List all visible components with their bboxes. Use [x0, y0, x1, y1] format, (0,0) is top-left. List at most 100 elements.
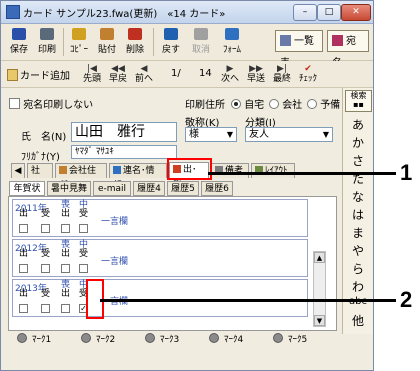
radio-spare-label: 予備	[320, 100, 341, 111]
no-print-check[interactable]	[9, 98, 20, 109]
index-other[interactable]: 他	[343, 312, 373, 329]
row-checkbox[interactable]	[41, 264, 50, 273]
tab-joint-info[interactable]: 連名･情報	[109, 163, 167, 191]
print-label: 印刷	[37, 45, 56, 55]
prev-label: 前へ	[134, 74, 153, 84]
radio-spare-dot[interactable]	[307, 99, 317, 109]
row-checkbox[interactable]	[19, 304, 28, 313]
print-button[interactable]: 印刷	[35, 28, 59, 55]
row-checkbox[interactable]	[61, 224, 70, 233]
mark-2[interactable]: ﾏｰｸ2	[81, 332, 115, 345]
last-button[interactable]: ▶| 最終	[271, 64, 293, 84]
add-card-button[interactable]: カード追加	[7, 67, 70, 82]
subtab-new-year[interactable]: 年賀状	[9, 181, 45, 196]
tab-notes[interactable]: 備考	[211, 163, 249, 178]
radio-home-dot[interactable]	[231, 99, 241, 109]
index-kana-ya[interactable]: や	[343, 242, 373, 259]
tab-company-label: 社	[31, 166, 41, 176]
index-kana-ka[interactable]: か	[343, 134, 373, 151]
copy-button[interactable]: ｺﾋﾟｰ	[67, 28, 91, 55]
index-kana-ma[interactable]: ま	[343, 224, 373, 241]
main-toolbar: 保存 印刷 ｺﾋﾟｰ 貼付 削除 戻す 取消 ﾌｫｰﾑ 一覧 宛	[1, 24, 373, 69]
furigana-input[interactable]: ﾔﾏﾀﾞ ﾏｻﾕｷ	[71, 145, 177, 159]
last-label: 最終	[272, 74, 291, 84]
building-icon	[59, 166, 67, 174]
rewind-button[interactable]: ◀◀ 早戻	[107, 64, 129, 84]
name-input[interactable]: 山田 雅行	[71, 122, 177, 142]
callout-number-1: 1	[400, 160, 413, 185]
row-checkbox[interactable]	[79, 224, 88, 233]
paste-button[interactable]: 貼付	[95, 28, 119, 55]
redo-label: 取消	[191, 45, 210, 55]
subtab-history5[interactable]: 履歴5	[167, 181, 199, 196]
index-kana-ra[interactable]: ら	[343, 260, 373, 277]
no-print-checkbox[interactable]: 宛名印刷しない	[9, 96, 93, 111]
prev-button[interactable]: ◀ 前へ	[133, 64, 155, 84]
close-button[interactable]: ✕	[341, 4, 371, 21]
printer-icon	[40, 28, 54, 40]
paste-icon	[100, 28, 114, 40]
mark-5[interactable]: ﾏｰｸ5	[273, 332, 307, 345]
address-button[interactable]: 宛名	[327, 30, 369, 69]
subtab-email[interactable]: e-mail	[93, 181, 131, 196]
radio-company-label: 会社	[282, 100, 303, 111]
card-window: カード サンプル23.fwa(更新) «14 カード» – □ ✕ 保存 印刷 …	[0, 0, 374, 371]
undo-button[interactable]: 戻す	[159, 28, 183, 55]
mark-1[interactable]: ﾏｰｸ1	[17, 332, 51, 345]
radio-home[interactable]: 自宅	[231, 96, 264, 111]
col-head: 喪出	[60, 200, 70, 219]
row-checkbox[interactable]	[19, 264, 28, 273]
radio-company[interactable]: 会社	[269, 96, 302, 111]
fast-forward-button[interactable]: ▶▶ 早送	[245, 64, 267, 84]
first-button[interactable]: |◀ 先頭	[81, 64, 103, 84]
index-kana-ha[interactable]: は	[343, 206, 373, 223]
kana-index: 検索▪▪ あ か さ た な は ま や ら わ abc 他	[342, 88, 373, 334]
scroll-up-icon[interactable]: ▲	[314, 252, 325, 263]
history-row: 2012年 出 受 喪出 中受 一言欄	[12, 239, 308, 277]
minimize-button[interactable]: –	[293, 4, 317, 21]
subtab-summer[interactable]: 暑中見舞	[47, 181, 91, 196]
index-kana-sa[interactable]: さ	[343, 152, 373, 169]
delete-button[interactable]: 削除	[123, 28, 147, 55]
subtab-history4[interactable]: 履歴4	[133, 181, 165, 196]
honorific-select[interactable]: 様 ▼	[185, 127, 237, 142]
list-button[interactable]: 一覧表	[275, 30, 323, 69]
callout-number-2: 2	[400, 287, 413, 312]
tab-company-address[interactable]: 会社住所	[55, 163, 107, 191]
mark-dot-icon	[81, 333, 91, 343]
radio-company-dot[interactable]	[269, 99, 279, 109]
redo-button[interactable]: 取消	[189, 28, 213, 55]
row-checkbox[interactable]	[61, 264, 70, 273]
tab-layout[interactable]: ﾚｲｱｳﾄ	[251, 163, 295, 178]
index-kana-wa[interactable]: わ	[343, 278, 373, 295]
first-label: 先頭	[82, 74, 101, 84]
tab-scroll-left[interactable]: ◀	[11, 163, 25, 178]
scroll-down-icon[interactable]: ▼	[314, 315, 325, 326]
index-search-button[interactable]: 検索 ▪▪	[345, 90, 372, 112]
next-button[interactable]: ▶ 次へ	[219, 64, 241, 84]
check-button[interactable]: ✔ ﾁｪｯｸ	[297, 64, 319, 84]
form-button[interactable]: ﾌｫｰﾑ	[219, 28, 245, 55]
subtab-history6[interactable]: 履歴6	[201, 181, 233, 196]
paste-label: 貼付	[97, 45, 116, 55]
radio-spare[interactable]: 予備	[307, 96, 340, 111]
save-button[interactable]: 保存	[7, 28, 31, 55]
maximize-button[interactable]: □	[317, 4, 341, 21]
row-checkbox[interactable]	[41, 224, 50, 233]
row-checkbox[interactable]	[19, 224, 28, 233]
tab-company[interactable]: 社	[27, 163, 53, 178]
index-kana-a[interactable]: あ	[343, 116, 373, 133]
row-checkbox[interactable]	[61, 304, 70, 313]
index-kana-na[interactable]: な	[343, 188, 373, 205]
mark-3[interactable]: ﾏｰｸ3	[145, 332, 179, 345]
mark-dot-icon	[209, 333, 219, 343]
mark-4[interactable]: ﾏｰｸ4	[209, 332, 243, 345]
last-icon: ▶|	[277, 64, 287, 74]
row-memo[interactable]: 一言欄	[101, 214, 128, 227]
row-checkbox[interactable]	[79, 264, 88, 273]
mark-dot-icon	[273, 333, 283, 343]
row-checkbox[interactable]	[41, 304, 50, 313]
category-select[interactable]: 友人 ▼	[245, 127, 333, 142]
rows-scrollbar[interactable]: ▲ ▼	[313, 251, 326, 327]
row-memo[interactable]: 一言欄	[101, 254, 128, 267]
